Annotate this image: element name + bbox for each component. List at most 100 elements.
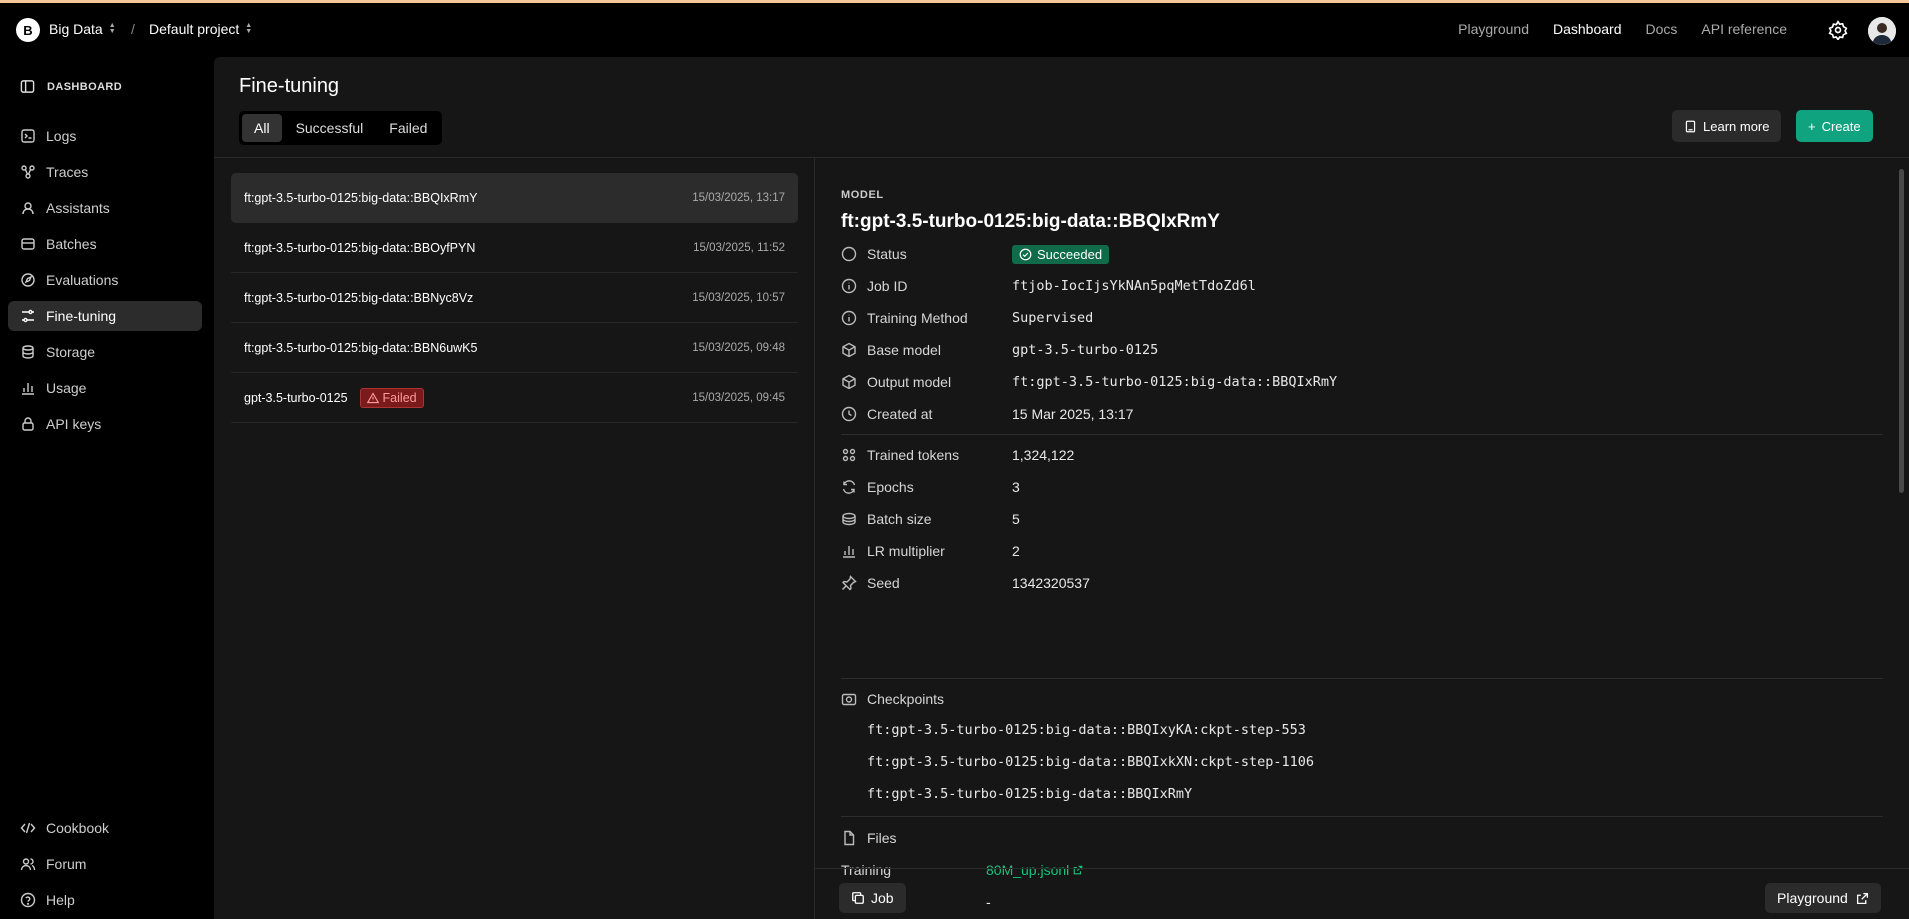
model-label: MODEL <box>841 189 884 201</box>
learn-more-label: Learn more <box>1703 118 1770 134</box>
checkpoints-label: Checkpoints <box>867 691 945 707</box>
lr-multiplier-label: LR multiplier <box>867 543 945 559</box>
checkpoint-item[interactable]: ft:gpt-3.5-turbo-0125:big-data::BBQIxkXN… <box>867 754 1314 770</box>
evaluations-icon <box>21 273 35 287</box>
sidebar-item-help[interactable]: Help <box>8 885 202 915</box>
job-id-row: Job ID ftjob-IocIjsYkNAn5pqMetTdoZd6l <box>841 275 1881 297</box>
lr-multiplier-value: 2 <box>1012 543 1020 559</box>
grid-icon <box>842 448 856 462</box>
help-icon <box>20 892 36 908</box>
sidebar-item-label: Fine-tuning <box>46 308 117 324</box>
learn-more-button[interactable]: Learn more <box>1672 110 1782 142</box>
sidebar-item-label: Storage <box>46 344 96 360</box>
checkpoint-item[interactable]: ft:gpt-3.5-turbo-0125:big-data::BBQIxRmY <box>867 786 1192 802</box>
created-at-label: Created at <box>867 406 933 422</box>
list-item[interactable]: gpt-3.5-turbo-0125 Failed 15/03/2025, 09… <box>231 373 798 423</box>
sidebar-item-assistants[interactable]: Assistants <box>8 193 202 223</box>
training-file-link[interactable]: 80M_up.jsonl <box>986 862 1083 878</box>
playground-button[interactable]: Playground <box>1765 883 1881 913</box>
sidebar-item-api-keys[interactable]: API keys <box>8 409 202 439</box>
create-button[interactable]: + Create <box>1796 110 1873 142</box>
training-label: Training <box>841 862 892 878</box>
output-model-value[interactable]: ft:gpt-3.5-turbo-0125:big-data::BBQIxRmY <box>1012 374 1337 390</box>
job-time: 15/03/2025, 09:48 <box>692 341 785 354</box>
tab-failed[interactable]: Failed <box>377 114 439 142</box>
sidebar-item-usage[interactable]: Usage <box>8 373 202 403</box>
org-switcher[interactable]: Big Data ▲ ▼ <box>49 21 116 37</box>
gear-icon[interactable] <box>1828 20 1848 40</box>
project-name: Default project <box>149 21 240 37</box>
sidebar-item-forum[interactable]: Forum <box>8 849 202 879</box>
sidebar-item-logs[interactable]: Logs <box>8 121 202 151</box>
batches-icon <box>21 238 35 250</box>
trained-tokens-value: 1,324,122 <box>1012 447 1075 463</box>
assistants-icon <box>22 202 34 215</box>
sidebar-toggle-icon[interactable] <box>20 79 35 94</box>
info-icon <box>841 278 857 294</box>
training-file-row: Training 80M_up.jsonl <box>841 859 1881 881</box>
cube-icon <box>842 374 856 390</box>
validation-file-value: - <box>986 894 991 910</box>
sidebar-item-label: Assistants <box>46 200 110 216</box>
info-icon <box>841 310 857 326</box>
cube-icon <box>842 342 856 358</box>
nav-docs[interactable]: Docs <box>1645 21 1677 37</box>
scrollbar[interactable] <box>1899 169 1904 493</box>
nav-api-reference[interactable]: API reference <box>1701 21 1787 37</box>
status-row: Status Succeeded <box>841 243 1881 265</box>
project-switcher[interactable]: Default project ▲ ▼ <box>149 21 252 37</box>
sidebar-item-label: Usage <box>46 380 87 396</box>
output-model-label: Output model <box>867 374 952 390</box>
training-method-row: Training Method Supervised <box>841 307 1881 329</box>
sidebar-item-storage[interactable]: Storage <box>8 337 202 367</box>
external-link-icon <box>1073 865 1083 875</box>
nav-playground[interactable]: Playground <box>1458 21 1529 37</box>
sidebar: DASHBOARD Logs Traces Assistants Batches… <box>0 57 210 919</box>
epochs-row: Epochs 3 <box>841 476 1881 498</box>
job-name: ft:gpt-3.5-turbo-0125:big-data::BBN6uwK5 <box>244 340 478 355</box>
list-item[interactable]: ft:gpt-3.5-turbo-0125:big-data::BBNyc8Vz… <box>231 273 798 323</box>
top-nav: Playground Dashboard Docs API reference <box>1458 21 1787 37</box>
list-item[interactable]: ft:gpt-3.5-turbo-0125:big-data::BBOyfPYN… <box>231 223 798 273</box>
list-item[interactable]: ft:gpt-3.5-turbo-0125:big-data::BBQIxRmY… <box>231 173 798 223</box>
job-time: 15/03/2025, 13:17 <box>692 191 785 204</box>
job-time: 15/03/2025, 10:57 <box>692 291 785 304</box>
job-name: ft:gpt-3.5-turbo-0125:big-data::BBOyfPYN <box>244 240 476 255</box>
sidebar-item-batches[interactable]: Batches <box>8 229 202 259</box>
list-item[interactable]: ft:gpt-3.5-turbo-0125:big-data::BBN6uwK5… <box>231 323 798 373</box>
fine-tuning-icon <box>22 309 34 323</box>
check-circle-icon <box>1019 248 1032 260</box>
sidebar-header-label: DASHBOARD <box>47 80 123 93</box>
base-model-label: Base model <box>867 342 941 358</box>
layers-icon <box>842 512 856 526</box>
job-id-value[interactable]: ftjob-IocIjsYkNAn5pqMetTdoZd6l <box>1012 278 1256 294</box>
checkpoint-item[interactable]: ft:gpt-3.5-turbo-0125:big-data::BBQIxyKA… <box>867 722 1306 738</box>
sidebar-item-label: Forum <box>46 856 87 872</box>
sidebar-item-traces[interactable]: Traces <box>8 157 202 187</box>
batch-size-label: Batch size <box>867 511 932 527</box>
filter-tabs: All Successful Failed <box>239 111 443 145</box>
sidebar-item-label: Help <box>46 892 75 908</box>
sidebar-item-cookbook[interactable]: Cookbook <box>8 813 202 843</box>
tab-successful[interactable]: Successful <box>284 114 376 142</box>
playground-button-label: Playground <box>1777 890 1848 906</box>
code-icon <box>20 822 36 834</box>
status-badge-label: Failed <box>382 390 417 405</box>
sidebar-header[interactable]: DASHBOARD <box>20 79 122 94</box>
job-button[interactable]: Job <box>839 883 906 913</box>
top-bar: B Big Data ▲ ▼ / Default project ▲ ▼ Playg… <box>0 3 1909 57</box>
circle-icon <box>841 246 857 262</box>
org-logo[interactable]: B <box>16 18 40 42</box>
epochs-value: 3 <box>1012 479 1020 495</box>
plus-icon: + <box>1808 118 1816 134</box>
avatar[interactable] <box>1868 17 1896 45</box>
nav-dashboard[interactable]: Dashboard <box>1553 21 1622 37</box>
epochs-label: Epochs <box>867 479 914 495</box>
tab-all[interactable]: All <box>242 114 282 142</box>
training-file-name: 80M_up.jsonl <box>986 862 1070 878</box>
sidebar-item-evaluations[interactable]: Evaluations <box>8 265 202 295</box>
breadcrumb-separator: / <box>131 21 135 37</box>
sidebar-item-fine-tuning[interactable]: Fine-tuning <box>8 301 202 331</box>
trained-tokens-row: Trained tokens 1,324,122 <box>841 444 1881 466</box>
sidebar-item-label: API keys <box>46 416 102 432</box>
